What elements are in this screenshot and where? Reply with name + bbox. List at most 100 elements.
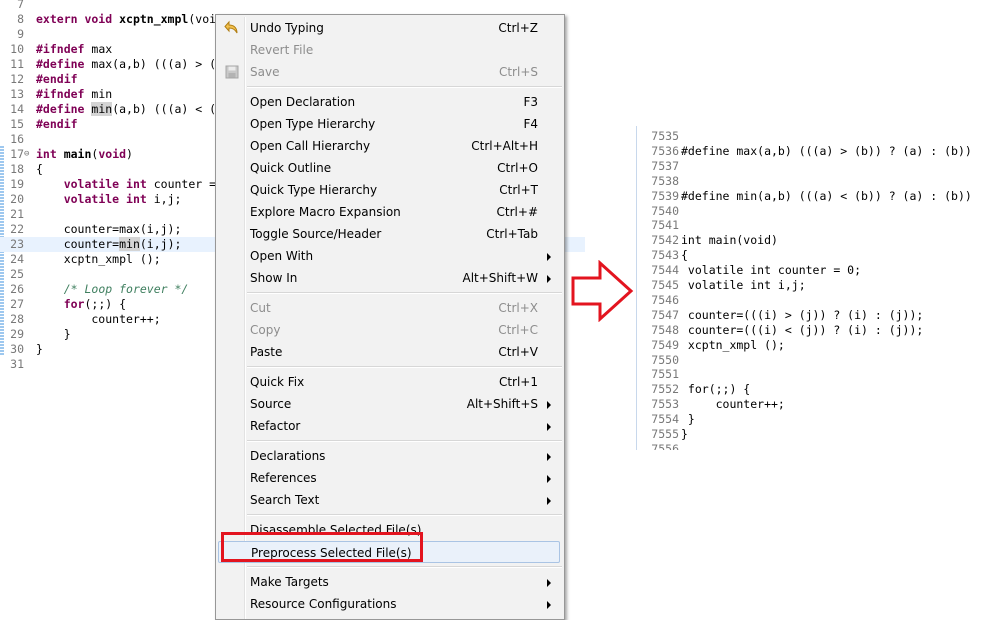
red-highlight-box [221, 532, 423, 562]
menu-quick-type-hierarchy[interactable]: Quick Type Hierarchy Ctrl+T [218, 179, 560, 201]
preprocessed-line: 7538 [637, 174, 999, 189]
submenu-arrow-icon [547, 601, 551, 609]
code-text: { [36, 162, 43, 177]
code-token: min [91, 102, 113, 116]
menu-cut-label: Cut [250, 301, 271, 315]
menu-source[interactable]: Source Alt+Shift+S [218, 393, 560, 415]
code-text: counter++; [681, 397, 785, 412]
code-token: #endif [36, 117, 78, 131]
code-text: #ifndef min [36, 87, 112, 102]
line-number: 7544 [651, 263, 679, 278]
code-text: int main(void) [681, 233, 778, 248]
code-token: #ifndef [36, 42, 85, 56]
code-token: /* Loop forever */ [63, 282, 189, 296]
menu-cut[interactable]: Cut Ctrl+X [218, 297, 560, 319]
preprocessed-line: 7551 [637, 367, 999, 382]
menu-undo-typing[interactable]: Undo Typing Ctrl+Z [218, 17, 560, 39]
menu-toggle-source-header[interactable]: Toggle Source/Header Ctrl+Tab [218, 223, 560, 245]
menu-refactor[interactable]: Refactor [218, 415, 560, 437]
code-text: } [681, 427, 688, 441]
line-number: 31 [10, 357, 24, 371]
code-text: #define max(a,b) (((a) > (b)) ? (a) : (b… [681, 143, 972, 158]
line-number: 7543 [651, 248, 679, 263]
menu-save[interactable]: Save Ctrl+S [218, 61, 560, 83]
code-token: min [84, 87, 113, 101]
menu-resource-configurations[interactable]: Resource Configurations [218, 593, 560, 615]
line-number: 11 [10, 57, 24, 71]
code-text: volatile int i,j; [681, 278, 806, 292]
menu-paste-label: Paste [250, 345, 283, 359]
menu-open-with[interactable]: Open With [218, 245, 560, 267]
context-menu[interactable]: Undo Typing Ctrl+Z Revert File Save Ctrl+S Op… [215, 14, 565, 620]
menu-show-in[interactable]: Show In Alt+Shift+W [218, 267, 560, 289]
line-number: 12 [10, 72, 24, 86]
submenu-arrow-icon [547, 401, 551, 409]
menu-open-call-hierarchy[interactable]: Open Call Hierarchy Ctrl+Alt+H [218, 135, 560, 157]
line-number: 13 [10, 87, 24, 101]
menu-explore-macro-expansion[interactable]: Explore Macro Expansion Ctrl+# [218, 201, 560, 223]
line-number: 26 [10, 282, 24, 296]
code-text: for(;;) { [681, 382, 751, 397]
submenu-arrow-icon [547, 475, 551, 483]
code-token: xcptn_xmpl [119, 12, 189, 26]
menu-show-in-label: Show In [250, 271, 298, 285]
menu-copy-shortcut: Ctrl+C [498, 323, 538, 337]
menu-search-text-label: Search Text [250, 493, 320, 507]
menu-quick-outline[interactable]: Quick Outline Ctrl+O [218, 157, 560, 179]
menu-declarations[interactable]: Declarations [218, 445, 560, 467]
menu-cut-shortcut: Ctrl+X [498, 301, 538, 315]
preprocessed-line: 7550 [637, 353, 999, 368]
line-number: 15 [10, 117, 24, 131]
preprocessed-line: 7554 } [637, 412, 999, 427]
line-number: 7535 [651, 129, 679, 143]
menu-paste[interactable]: Paste Ctrl+V [218, 341, 560, 363]
menu-references[interactable]: References [218, 467, 560, 489]
menu-make-targets[interactable]: Make Targets [218, 571, 560, 593]
code-text: counter=(((i) > (j)) ? (i) : (j)); [681, 307, 924, 322]
menu-revert-file[interactable]: Revert File [218, 39, 560, 61]
code-text: volatile int i,j; [36, 192, 182, 207]
menu-separator [247, 440, 562, 442]
menu-copy[interactable]: Copy Ctrl+C [218, 319, 560, 341]
preprocessed-line: 7548 counter=(((i) < (j)) ? (i) : (j)); [637, 323, 999, 338]
menu-quick-outline-shortcut: Ctrl+O [497, 161, 538, 175]
code-text: counter=min(i,j); [36, 237, 181, 252]
menu-quick-fix[interactable]: Quick Fix Ctrl+1 [218, 371, 560, 393]
code-token: xcptn_xmpl (); [36, 252, 161, 266]
menu-search-text[interactable]: Search Text [218, 489, 560, 511]
code-token: #define [36, 102, 85, 116]
line-number: 29 [10, 327, 24, 341]
line-number: 28 [10, 312, 24, 326]
preprocessed-line: 7544 volatile int counter = 0; [637, 263, 999, 278]
code-text: /* Loop forever */ [36, 282, 189, 297]
line-number: 7 [17, 0, 24, 11]
menu-explore-macro-expansion-shortcut: Ctrl+# [496, 205, 538, 219]
line-number: 7540 [651, 203, 679, 218]
fold-toggle-icon[interactable]: ⊖ [24, 147, 32, 162]
menu-open-declaration[interactable]: Open Declaration F3 [218, 91, 560, 113]
menu-open-type-hierarchy[interactable]: Open Type Hierarchy F4 [218, 113, 560, 135]
menu-separator [247, 86, 562, 88]
menu-quick-type-hierarchy-label: Quick Type Hierarchy [250, 183, 378, 197]
code-token: { [36, 162, 43, 176]
line-number: 7552 [651, 382, 679, 397]
code-token: } [36, 342, 43, 356]
code-token: main [63, 147, 92, 161]
code-token: max [84, 42, 113, 56]
line-number: 9 [17, 27, 24, 41]
line-number: 7556 [651, 441, 679, 450]
code-line: 7 [0, 0, 585, 12]
save-disk-icon [225, 65, 239, 79]
code-text: extern void xcptn_xmpl(void); [36, 12, 237, 27]
menu-resource-configurations-label: Resource Configurations [250, 597, 397, 611]
menu-separator [247, 514, 562, 516]
line-number: 19 [10, 177, 24, 191]
code-text: } [36, 342, 43, 357]
code-token: volatile int [63, 177, 154, 191]
preprocessed-output-view[interactable]: 7535 7536 #define max(a,b) (((a) > (b)) ? … [636, 126, 999, 450]
line-number: 24 [10, 252, 24, 266]
menu-quick-outline-label: Quick Outline [250, 161, 332, 175]
menu-open-declaration-shortcut: F3 [523, 95, 538, 109]
code-text: xcptn_xmpl (); [36, 252, 161, 267]
